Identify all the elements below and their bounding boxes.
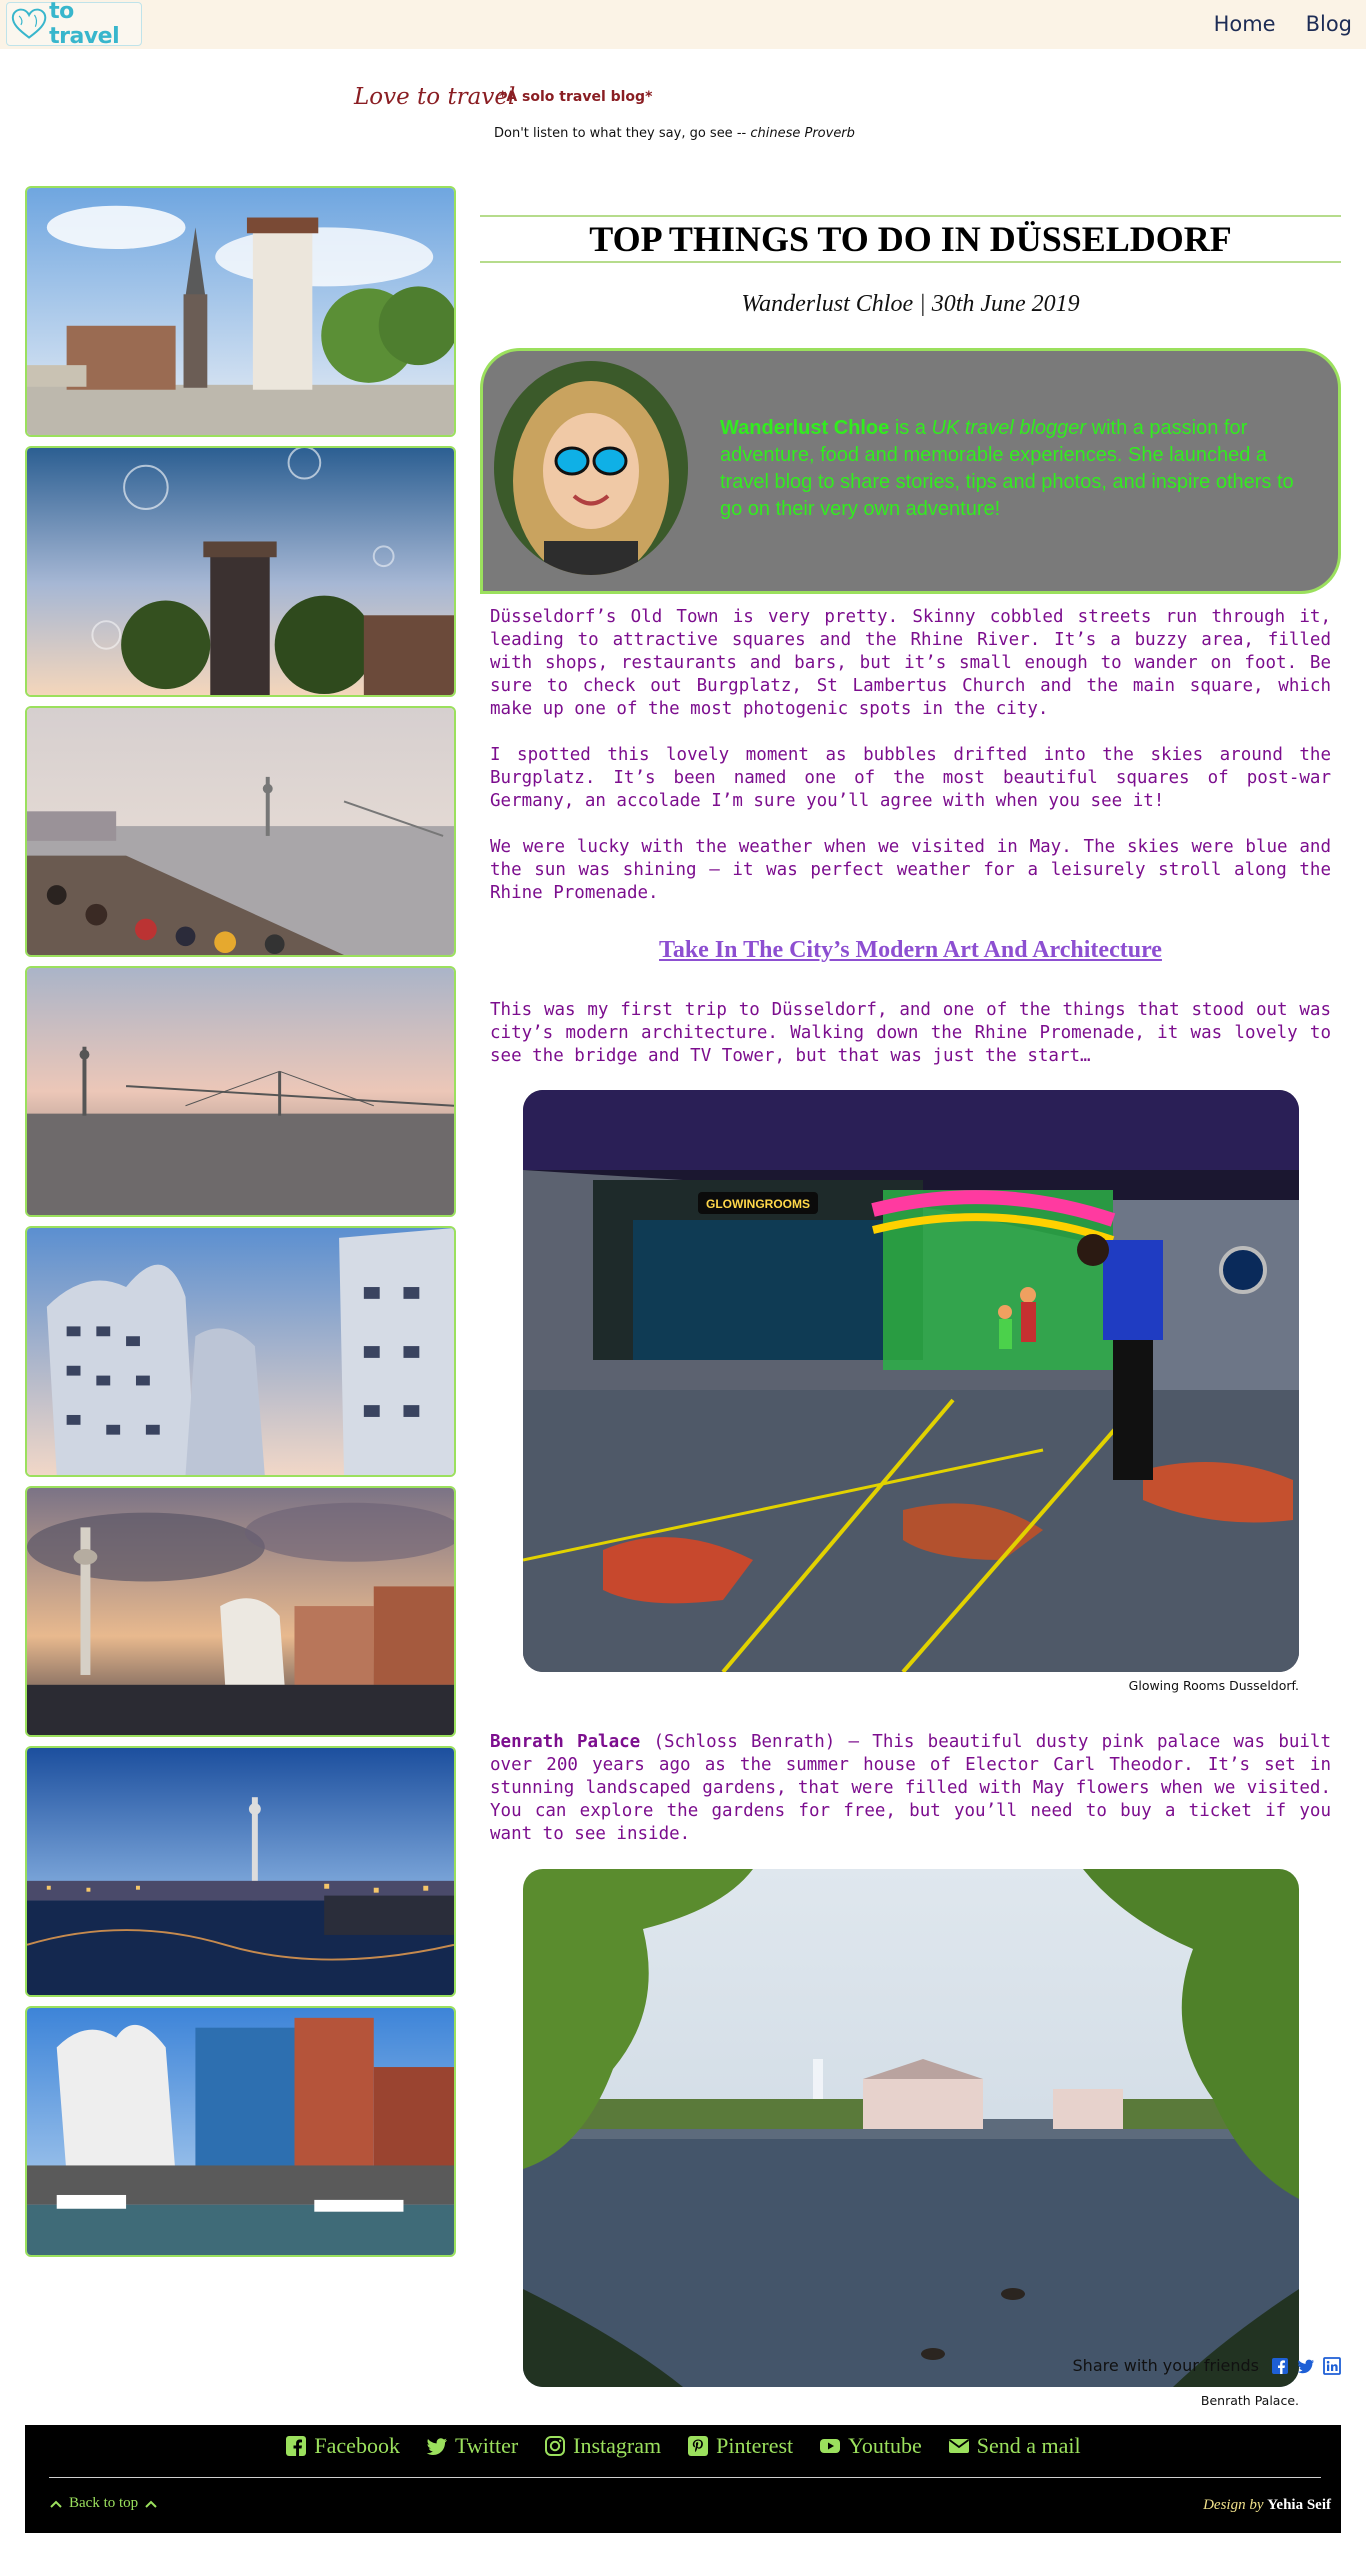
benrath-palace-image — [523, 1869, 1299, 2387]
article-title: TOP THINGS TO DO IN DÜSSELDORF — [589, 219, 1232, 259]
site-logo[interactable]: to travel — [6, 0, 142, 49]
gallery-photo-old-town[interactable] — [25, 186, 456, 437]
footer-facebook-label: Facebook — [314, 2433, 400, 2458]
proverb-source: chinese Proverb — [750, 126, 855, 141]
night-skyline-image — [27, 1748, 454, 1995]
gallery-photo-night-skyline[interactable] — [25, 1746, 456, 1997]
twitter-icon[interactable] — [1297, 2357, 1315, 2375]
harbour-buildings-image — [27, 2008, 454, 2255]
site-footer: Facebook Twitter Instagram Pinterest You… — [25, 2425, 1341, 2533]
pinterest-square-icon — [688, 2436, 709, 2456]
author-bio: Wanderlust Chloe is a UK travel blogger … — [720, 415, 1300, 523]
footer-social-links: Facebook Twitter Instagram Pinterest You… — [25, 2433, 1341, 2459]
paragraph-benrath: Benrath Palace (Schloss Benrath) – This … — [490, 1731, 1331, 1846]
site-tagline: Love to travel — [354, 84, 516, 110]
footer-instagram-label: Instagram — [573, 2433, 662, 2458]
paragraph-weather: We were lucky with the weather when we v… — [490, 837, 1331, 903]
gallery-photo-bubbles[interactable] — [25, 446, 456, 697]
article-byline: Wanderlust Chloe | 30th June 2019 — [741, 291, 1080, 317]
photo-gallery — [25, 186, 456, 2266]
footer-pinterest-label: Pinterest — [716, 2433, 794, 2458]
gallery-photo-promenade[interactable] — [25, 706, 456, 957]
proverb-text: Don't listen to what they say, go see -- — [494, 126, 747, 141]
media-harbour-image — [27, 1488, 454, 1735]
nav-home-link[interactable]: Home — [1214, 12, 1276, 36]
author-role: UK travel blogger — [931, 417, 1087, 439]
facebook-square-icon — [286, 2436, 307, 2456]
footer-instagram-link[interactable]: Instagram — [544, 2433, 661, 2459]
back-to-top-label: Back to top — [69, 2495, 139, 2511]
article: TOP THINGS TO DO IN DÜSSELDORF Wanderlus… — [480, 215, 1341, 2408]
photo-benrath[interactable] — [523, 1869, 1299, 2387]
youtube-icon — [820, 2439, 841, 2453]
old-town-image — [27, 188, 454, 435]
gallery-photo-harbour-buildings[interactable] — [25, 2006, 456, 2257]
share-label: Share with your friends — [1072, 2356, 1259, 2375]
bubbles-tower-image — [27, 448, 454, 695]
paragraph-bubbles: I spotted this lovely moment as bubbles … — [490, 745, 1331, 811]
gehry-buildings-image — [27, 1228, 454, 1475]
footer-twitter-label: Twitter — [454, 2433, 519, 2458]
photo-glowing-rooms[interactable]: GLOWINGROOMS — [523, 1090, 1299, 1672]
linkedin-icon[interactable] — [1323, 2356, 1341, 2375]
benrath-bold: Benrath Palace — [490, 1732, 641, 1752]
site-tagline-sub: *A solo travel blog* — [499, 89, 653, 105]
footer-divider — [49, 2477, 1321, 2478]
share-bar: Share with your friends — [1073, 2356, 1341, 2375]
chevron-up-icon — [145, 2500, 157, 2508]
twitter-bird-icon — [426, 2438, 447, 2455]
paragraph-modern-architecture: This was my first trip to Düsseldorf, an… — [490, 1000, 1331, 1066]
author-box: Wanderlust Chloe is a UK travel blogger … — [480, 348, 1341, 594]
footer-youtube-link[interactable]: Youtube — [819, 2433, 922, 2459]
footer-mail-label: Send a mail — [976, 2433, 1081, 2458]
footer-facebook-link[interactable]: Facebook — [285, 2433, 400, 2459]
designer-name: Yehia Seif — [1267, 2497, 1331, 2513]
paragraph-old-town: Düsseldorf’s Old Town is very pretty. Sk… — [490, 607, 1331, 719]
proverb: Don't listen to what they say, go see --… — [494, 126, 855, 141]
photo-glowing-rooms-caption: Glowing Rooms Dusseldorf. — [1128, 1678, 1299, 1693]
section-heading-link[interactable]: Take In The City’s Modern Art And Archit… — [480, 937, 1341, 964]
heart-globe-icon — [11, 8, 47, 39]
photo-benrath-caption: Benrath Palace. — [1200, 2393, 1299, 2408]
facebook-icon[interactable] — [1271, 2357, 1289, 2375]
gallery-photo-gehry[interactable] — [25, 1226, 456, 1477]
rhine-promenade-image — [27, 708, 454, 955]
rhine-bridge-image — [27, 968, 454, 1215]
top-navbar: to travel Home Blog — [0, 0, 1366, 49]
nav-blog-link[interactable]: Blog — [1306, 12, 1352, 36]
logo-text: to travel — [49, 0, 120, 49]
author-avatar — [494, 361, 688, 575]
chevron-up-icon — [50, 2500, 62, 2508]
author-name: Wanderlust Chloe — [720, 417, 890, 439]
instagram-icon — [545, 2436, 566, 2456]
photo-benrath-figure: Benrath Palace. — [523, 1869, 1299, 2408]
gallery-photo-media-harbour[interactable] — [25, 1486, 456, 1737]
glowing-rooms-sign: GLOWINGROOMS — [706, 1197, 810, 1211]
author-photo — [494, 361, 688, 575]
nav-links: Home Blog — [1214, 12, 1352, 36]
footer-twitter-link[interactable]: Twitter — [426, 2433, 518, 2459]
title-bar: TOP THINGS TO DO IN DÜSSELDORF — [480, 215, 1341, 263]
footer-youtube-label: Youtube — [848, 2433, 922, 2458]
envelope-icon — [948, 2439, 969, 2453]
design-credit: Design by Yehia Seif — [1203, 2497, 1331, 2514]
footer-pinterest-link[interactable]: Pinterest — [687, 2433, 793, 2459]
gallery-photo-bridge[interactable] — [25, 966, 456, 1217]
back-to-top-link[interactable]: Back to top — [49, 2495, 158, 2512]
glowing-rooms-image: GLOWINGROOMS — [523, 1090, 1299, 1672]
design-by-label: Design by — [1203, 2497, 1264, 2513]
photo-glowing-rooms-figure: GLOWINGROOMS Glowing Rooms Dusseldorf. — [523, 1090, 1299, 1693]
footer-mail-link[interactable]: Send a mail — [948, 2433, 1081, 2459]
author-bio-is-a: is a — [889, 417, 932, 439]
